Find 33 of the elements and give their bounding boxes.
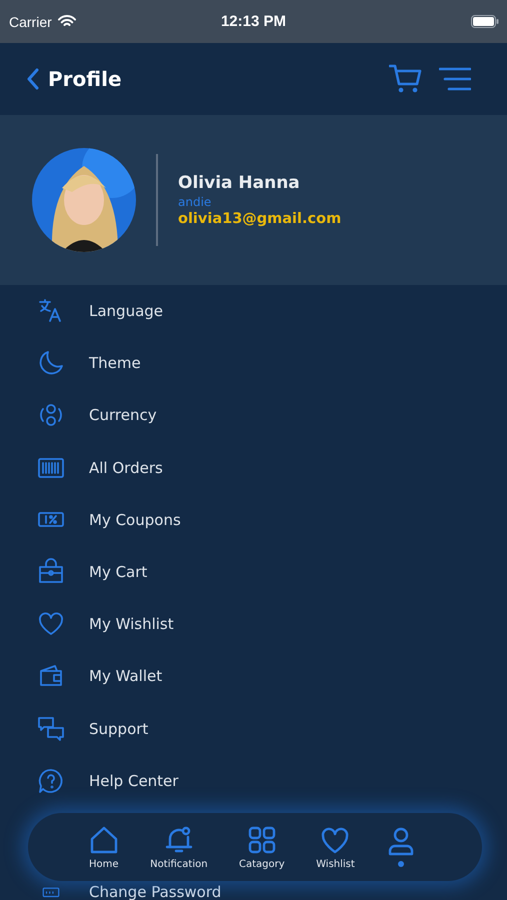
menu-item[interactable]: My Cart (0, 546, 507, 598)
back-button[interactable]: Profile (26, 67, 122, 91)
menu-item[interactable]: My Coupons (0, 494, 507, 546)
carrier-label: Carrier (9, 14, 52, 30)
menu-icon[interactable] (439, 67, 471, 91)
menu-item[interactable]: Help Center (0, 754, 507, 807)
user-name: Olivia Hanna (178, 173, 301, 193)
grid-icon (246, 824, 277, 854)
menu-item[interactable]: Support (0, 702, 507, 755)
menu-item[interactable]: My Wallet (0, 650, 507, 702)
menu-item[interactable]: Language (0, 285, 507, 338)
menu-item[interactable]: Currency (0, 389, 507, 442)
help-icon (37, 766, 65, 795)
nav-tab[interactable]: Catagory (239, 824, 285, 870)
nav-tab[interactable]: Wishlist (316, 824, 355, 870)
heart-icon (320, 824, 350, 854)
battery-icon (471, 15, 499, 28)
menu-item[interactable]: All Orders (0, 442, 507, 494)
nav-tab[interactable]: Home (88, 824, 119, 870)
home-icon (88, 824, 119, 854)
menu-item[interactable]: My Wishlist (0, 598, 507, 650)
cart-icon[interactable] (389, 64, 423, 94)
chat-icon (37, 714, 65, 743)
moon-icon (37, 349, 65, 378)
bell-icon (164, 824, 194, 854)
user-email: olivia13@gmail.com (178, 211, 342, 227)
menu-item[interactable]: Theme (0, 337, 507, 390)
chevron-left-icon (26, 68, 40, 90)
menu-item[interactable]: Change Password (0, 882, 507, 900)
nav-tab[interactable]: Notification (150, 824, 208, 870)
username: andie (178, 195, 212, 209)
wifi-icon (58, 15, 76, 28)
status-time: 12:13 PM (220, 13, 288, 30)
